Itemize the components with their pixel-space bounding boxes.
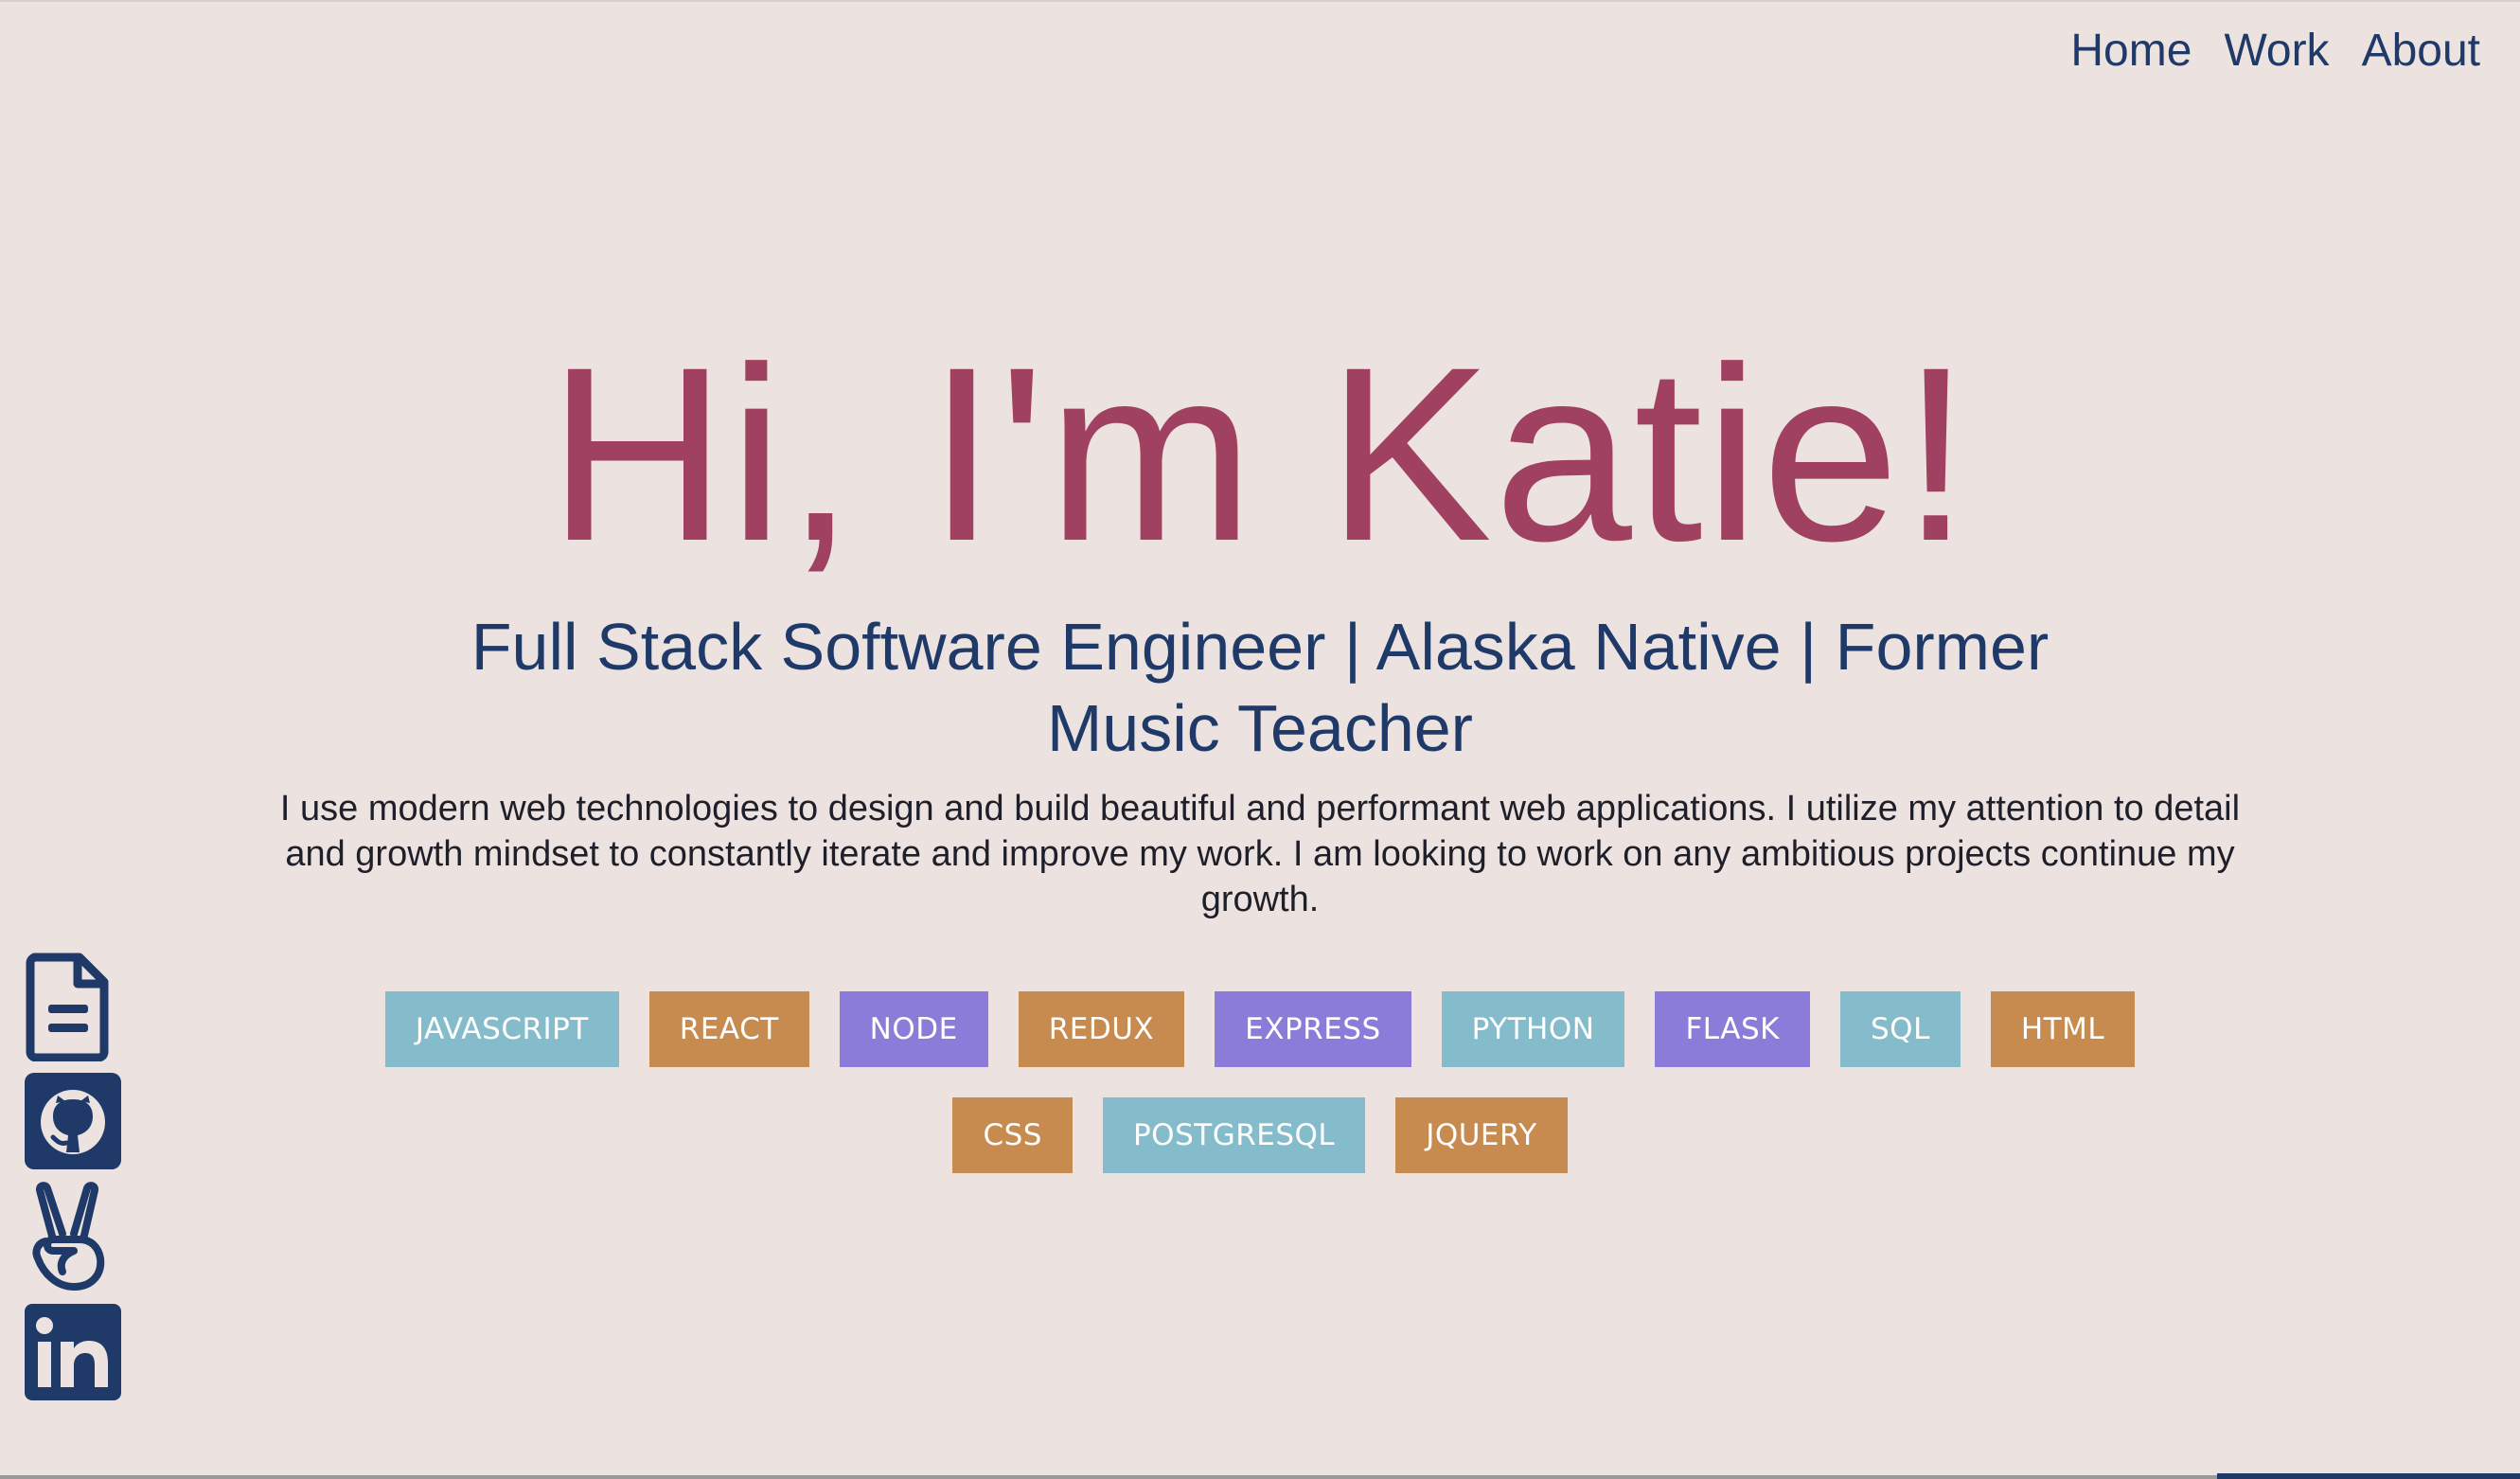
resume-document-icon[interactable] [25,953,123,1061]
hero-subtitle: Full Stack Software Engineer | Alaska Na… [470,610,2050,765]
skill-badge-react: REACT [648,991,809,1067]
nav-home-link[interactable]: Home [2070,21,2192,81]
portfolio-page: Home Work About Hi, I'm Katie! Full Stac… [0,0,2520,1479]
skill-badge-express: EXPRESS [1215,991,1411,1067]
skill-badge-postgresql: POSTGRESQL [1102,1097,1366,1173]
social-links [25,953,123,1401]
skill-badge-python: PYTHON [1441,991,1625,1067]
nav-work-link[interactable]: Work [2224,21,2329,81]
skill-badge-flask: FLASK [1655,991,1810,1067]
angellist-icon[interactable] [25,1182,123,1291]
skill-badge-sql: SQL [1839,991,1961,1067]
skills-list: JAVASCRIPT REACT NODE REDUX EXPRESS PYTH… [312,991,2208,1173]
skill-badge-css: CSS [952,1097,1073,1173]
skill-badge-redux: REDUX [1018,991,1185,1067]
nav-about-link[interactable]: About [2362,21,2480,81]
skill-badge-html: HTML [1990,991,2136,1067]
bottom-accent-bar [2217,1473,2520,1479]
hero-title: Hi, I'm Katie! [547,315,1973,593]
skill-badge-jquery: JQUERY [1395,1097,1568,1173]
bottom-divider [0,1475,2520,1479]
hero-intro: I use modern web technologies to design … [279,789,2241,919]
top-divider [0,0,2520,2]
linkedin-icon[interactable] [25,1303,123,1401]
skill-badge-node: NODE [839,991,988,1067]
skill-badge-javascript: JAVASCRIPT [384,991,619,1067]
main-nav: Home Work About [2070,21,2480,81]
github-icon[interactable] [25,1072,123,1170]
